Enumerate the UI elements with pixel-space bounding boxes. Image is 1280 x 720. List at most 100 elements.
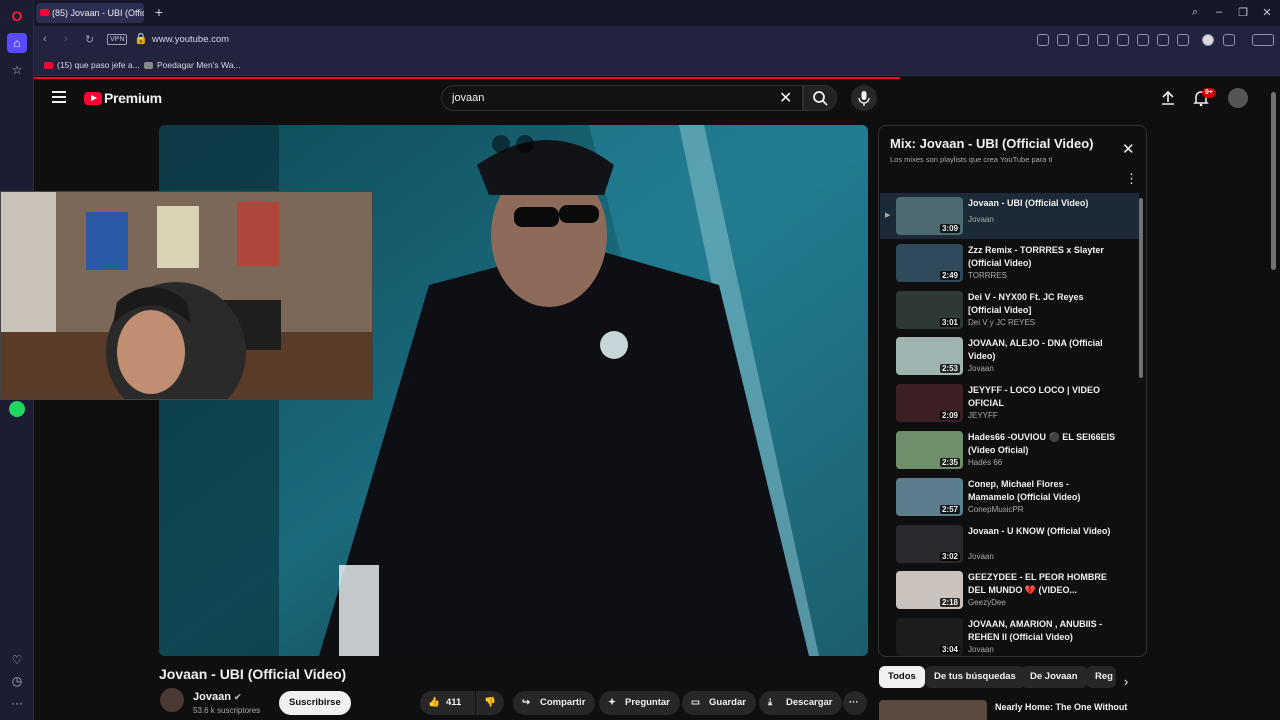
list-icon[interactable] [1157,34,1169,46]
star-icon[interactable]: ☆ [7,60,27,80]
playlist-item[interactable]: 3:04 JOVAAN, AMARION , ANUBIIS - REHEN II… [880,614,1139,656]
playlist-item[interactable]: ▶ 3:09 Jovaan - UBI (Official Video) Jovaan [880,193,1139,239]
playlist-item[interactable]: 3:01 Dei V - NYX00 Ft. JC Reyes [Official… [880,287,1139,333]
more-actions-button[interactable]: ··· [843,691,867,715]
ai-icon[interactable] [1252,34,1274,46]
play-icon[interactable] [1097,34,1109,46]
edit-icon[interactable] [1037,34,1049,46]
clear-search-icon[interactable]: ✕ [779,88,792,108]
dislike-button[interactable]: 👎 [476,691,504,715]
tab-youtube[interactable]: (85) Jovaan - UBI (Official [36,3,144,23]
profile-icon[interactable] [1177,34,1189,46]
bookmark-1[interactable]: (15) que paso jefe a... [44,60,140,70]
playlist-item-title: Hades66 -OUVIOU ⚫ EL SEI66EIS (Video Ofi… [968,432,1116,455]
voice-search-button[interactable] [851,85,877,111]
menu-icon[interactable] [52,91,66,106]
playlist-item-channel: Jovaan [968,551,994,561]
playlist-item[interactable]: 2:49 Zzz Remix - TORRRES x Slayter (Offic… [880,240,1139,286]
page-scrollbar[interactable] [1271,92,1276,270]
bookmarks-bar: (15) que paso jefe a... Poedagar Men's W… [34,54,1280,76]
subscribe-button[interactable]: Suscribirse [279,691,351,715]
account-icon[interactable] [1202,34,1214,46]
playlist-item-title: Dei V - NYX00 Ft. JC Reyes [Official Vid… [968,291,1084,315]
download-icon[interactable] [1137,34,1149,46]
heart-outline-icon[interactable] [1117,34,1129,46]
playlist-thumbnail: 3:04 [896,618,963,656]
playlist-thumbnail: 3:02 [896,524,963,563]
ask-button[interactable]: ✦ Preguntar [599,691,680,715]
microphone-icon [858,91,870,106]
chip-related[interactable]: Reg [1086,666,1116,688]
address-bar: ‹ › ↻ VPN 🔒 www.youtube.com [34,26,1280,54]
spotify-icon[interactable] [9,401,25,417]
playlist-item-channel: Jovaan [968,645,994,655]
chip-from-jovaan[interactable]: De Jovaan [1021,666,1087,688]
playlist-item[interactable]: 3:02 Jovaan - U KNOW (Official Video) Jova… [880,521,1139,567]
duration-badge: 2:53 [939,364,960,374]
playlist-panel: Mix: Jovaan - UBI (Official Video) Los m… [878,125,1147,657]
search-tabs-icon[interactable]: ⌕ [1188,6,1202,19]
more-vertical-icon[interactable]: ⋮ [1125,171,1138,187]
bookmark-label: Poedagar Men's Wa... [157,60,241,70]
camera-icon[interactable] [1057,34,1069,46]
opera-logo-icon[interactable]: O [7,6,27,26]
minimize-button[interactable]: – [1212,6,1226,18]
duration-badge: 3:01 [939,317,960,327]
download-button[interactable]: ⤓ Descargar [759,691,843,715]
forward-icon[interactable]: › [64,33,68,45]
up-next-title[interactable]: Nearly Home: The One Without [995,702,1127,712]
download-label: Descargar [786,697,833,708]
url-field[interactable]: www.youtube.com [152,34,229,45]
like-count: 411 [446,697,462,708]
chip-all[interactable]: Todos [879,666,925,688]
duration-badge: 2:09 [939,411,960,421]
heart-icon[interactable]: ♡ [7,650,27,670]
upload-icon[interactable] [1160,90,1176,106]
notification-badge: 9+ [1202,88,1216,98]
sparkle-icon: ✦ [608,697,616,708]
close-playlist-icon[interactable]: ✕ [1122,140,1135,158]
thumbs-down-icon: 👎 [484,697,496,708]
share-button[interactable]: ↪ Compartir [513,691,596,715]
back-icon[interactable]: ‹ [43,33,47,45]
bookmark-2[interactable]: Poedagar Men's Wa... [144,60,241,70]
search-icon [813,91,828,106]
home-icon[interactable]: ⌂ [7,33,27,53]
duration-badge: 3:04 [939,645,960,655]
playlist-item[interactable]: 2:57 Conep, Michael Flores - Mamamelo (Of… [880,474,1139,520]
maximize-button[interactable]: ❐ [1236,6,1250,19]
more-icon[interactable]: ··· [7,693,27,713]
channel-name[interactable]: Jovaan ✔ [193,691,242,703]
playlist-item[interactable]: 2:18 GEEZYDEE - EL PEOR HOMBRE DEL MUNDO … [880,567,1139,613]
playlist-item-title: Jovaan - U KNOW (Official Video) [968,525,1111,536]
skip-icon[interactable] [516,135,534,153]
search-input[interactable] [441,85,803,111]
playlist-thumbnail: 2:49 [896,243,963,282]
search-button[interactable] [803,85,837,111]
playlist-item[interactable]: 2:09 JEYYFF - LOCO LOCO | VIDEO OFICIAL JE… [880,380,1139,426]
lock-icon: 🔒 [134,33,148,45]
avatar[interactable] [1228,88,1248,108]
playlist-thumbnail: 2:09 [896,384,963,423]
youtube-favicon-icon [44,62,53,69]
close-window-button[interactable]: ✕ [1260,6,1274,19]
extension-icon[interactable] [1223,34,1235,46]
chip-from-searches[interactable]: De tus búsquedas [925,666,1025,688]
history-icon[interactable]: ◷ [7,671,27,691]
playlist-item[interactable]: 2:53 JOVAAN, ALEJO - DNA (Official Video)… [880,333,1139,379]
save-button[interactable]: ▭ Guardar [682,691,756,715]
playlist-scrollbar[interactable] [1139,198,1143,378]
playlist-item[interactable]: 2:35 Hades66 -OUVIOU ⚫ EL SEI66EIS (Video… [880,427,1139,473]
playlist-thumbnail: 2:57 [896,477,963,516]
shield-icon[interactable] [1077,34,1089,46]
vpn-badge[interactable]: VPN [107,34,128,45]
miniplayer-icon[interactable] [492,135,510,153]
chevron-right-icon[interactable]: › [1124,674,1128,689]
playlist-item-channel: Hades 66 [968,458,1003,467]
reload-icon[interactable]: ↻ [85,33,94,46]
channel-avatar[interactable] [160,688,184,712]
up-next-thumbnail[interactable] [879,700,987,720]
youtube-logo[interactable]: Premium [84,90,162,106]
like-button[interactable]: 👍 411 [420,691,475,715]
new-tab-button[interactable]: + [152,5,166,19]
